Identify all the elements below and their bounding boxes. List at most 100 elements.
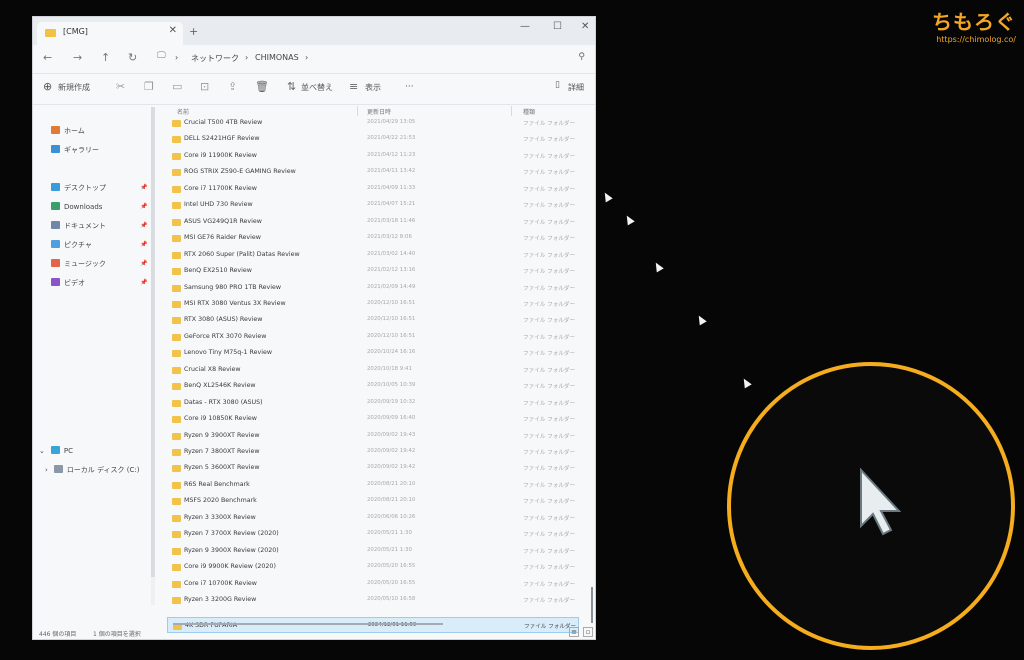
sidebar-item[interactable]: ビデオ <box>51 278 85 288</box>
new-icon[interactable]: ⊕ <box>43 80 52 93</box>
tab-close-icon[interactable]: ✕ <box>169 25 177 36</box>
file-row[interactable]: Core i9 10850K Review 2020/09/09 16:40 ファイ… <box>167 411 579 427</box>
tiles-view-icon[interactable]: ▫ <box>583 627 593 637</box>
folder-icon <box>172 284 181 292</box>
copy-icon[interactable]: ❐ <box>144 80 154 93</box>
file-row[interactable]: DELL S2421HGF Review 2021/04/22 21:53 ファイル… <box>167 131 579 147</box>
share-icon[interactable]: ⇪ <box>228 80 237 93</box>
pin-icon[interactable]: 📌 <box>140 203 147 210</box>
file-row[interactable]: Ryzen 5 3600XT Review 2020/09/02 19:42 ファイ… <box>167 460 579 476</box>
view-button[interactable]: 表示 <box>365 82 381 93</box>
file-row[interactable]: BenQ XL2546K Review 2020/10/05 10:39 ファイル … <box>167 378 579 394</box>
file-row[interactable]: ASUS VG249Q1R Review 2021/03/18 11:46 ファイル… <box>167 214 579 230</box>
file-row[interactable]: Lenovo Tiny M75q-1 Review 2020/10/24 16:1… <box>167 345 579 361</box>
file-row[interactable]: Ryzen 3 3200G Review 2020/05/10 16:58 ファイル… <box>167 592 579 608</box>
expand-chevron-icon[interactable]: ⌄ <box>39 447 45 455</box>
new-tab-button[interactable]: + <box>189 25 198 38</box>
tab-bar: [CMG] ✕ + — ☐ ✕ <box>33 17 595 45</box>
close-window-button[interactable]: ✕ <box>581 21 589 32</box>
sidebar-item-icon <box>51 278 60 286</box>
file-row[interactable]: Ryzen 3 3300X Review 2020/06/06 10:26 ファイル… <box>167 510 579 526</box>
file-row[interactable]: Ryzen 9 3900XT Review 2020/09/02 19:43 ファイ… <box>167 428 579 444</box>
details-view-icon[interactable]: ≡ <box>569 627 579 637</box>
sidebar-item[interactable]: ギャラリー <box>51 145 99 155</box>
sidebar-item[interactable]: デスクトップ <box>51 183 106 193</box>
file-name: Lenovo Tiny M75q-1 Review <box>184 349 273 357</box>
minimize-button[interactable]: — <box>520 21 530 32</box>
folder-icon <box>45 29 56 37</box>
sidebar-item-pc[interactable]: ⌄ PC <box>39 446 73 455</box>
sidebar-item-local-disk[interactable]: › ローカル ディスク (C:) <box>45 465 139 475</box>
file-row[interactable]: Ryzen 9 3900X Review (2020) 2020/05/21 1:… <box>167 543 579 559</box>
file-row[interactable]: GeForce RTX 3070 Review 2020/12/10 16:51 フ… <box>167 329 579 345</box>
back-icon[interactable]: ← <box>43 51 52 64</box>
expand-chevron-icon[interactable]: › <box>45 466 48 474</box>
sidebar-item-label: ミュージック <box>64 260 106 268</box>
file-row[interactable]: RTX 3080 (ASUS) Review 2020/12/10 16:51 ファ… <box>167 312 579 328</box>
file-row[interactable]: R6S Real Benchmark 2020/08/21 20:10 ファイル フ… <box>167 477 579 493</box>
forward-icon[interactable]: → <box>73 51 82 64</box>
refresh-icon[interactable]: ↻ <box>128 51 137 64</box>
sidebar-item[interactable]: ミュージック <box>51 259 106 269</box>
sort-button[interactable]: 並べ替え <box>301 82 333 93</box>
sidebar-item-label: デスクトップ <box>64 184 106 192</box>
breadcrumb-network[interactable]: ネットワーク <box>191 53 239 64</box>
pin-icon[interactable]: 📌 <box>140 184 147 191</box>
file-name: Core i9 11900K Review <box>184 151 257 159</box>
file-date: 2020/08/21 20:10 <box>367 480 416 487</box>
sidebar-item-label: ピクチャ <box>64 241 92 249</box>
file-row[interactable]: Crucial X8 Review 2020/10/18 9:41 ファイル フォル… <box>167 362 579 378</box>
sort-icon[interactable]: ⇅ <box>287 80 296 93</box>
maximize-button[interactable]: ☐ <box>553 21 562 32</box>
file-name: Ryzen 5 3600XT Review <box>184 464 260 472</box>
file-name: Ryzen 9 3900X Review (2020) <box>184 546 279 554</box>
file-row[interactable]: MSI GE76 Raider Review 2021/03/12 8:06 ファイ… <box>167 230 579 246</box>
view-icon[interactable]: ≡ <box>349 80 358 93</box>
file-date: 2021/02/09 14:49 <box>367 283 416 290</box>
paste-icon[interactable]: ▭ <box>172 80 182 93</box>
sidebar-item[interactable]: ホーム <box>51 126 85 136</box>
pin-icon[interactable]: 📌 <box>140 241 147 248</box>
up-icon[interactable]: ↑ <box>101 51 110 64</box>
details-icon[interactable]: ▯ <box>555 80 560 90</box>
sidebar-item-icon <box>51 221 60 229</box>
file-row[interactable]: Crucial T500 4TB Review 2021/04/29 13:05 フ… <box>167 115 579 131</box>
sidebar-item[interactable]: ピクチャ <box>51 240 92 250</box>
file-row[interactable]: Core i9 11900K Review 2021/04/12 11:23 ファイ… <box>167 148 579 164</box>
file-type: ファイル フォルダー <box>523 137 576 144</box>
file-row[interactable]: MSI RTX 3080 Ventus 3X Review 2020/12/10 … <box>167 296 579 312</box>
rename-icon[interactable]: ⊡ <box>200 80 209 93</box>
folder-icon <box>172 564 181 572</box>
file-row[interactable]: Core i9 9900K Review (2020) 2020/05/20 16… <box>167 559 579 575</box>
sidebar-item[interactable]: Downloads <box>51 202 102 211</box>
new-button[interactable]: 新規作成 <box>58 82 90 93</box>
pin-icon[interactable]: 📌 <box>140 279 147 286</box>
cut-icon[interactable]: ✂ <box>116 80 125 93</box>
file-row[interactable]: Ryzen 7 3700X Review (2020) 2020/05/21 1:… <box>167 526 579 542</box>
file-row[interactable]: Intel UHD 730 Review 2021/04/07 15:21 ファイル… <box>167 197 579 213</box>
breadcrumb-separator-icon: › <box>305 53 309 62</box>
breadcrumb-chimonas[interactable]: CHIMONAS <box>255 53 299 62</box>
search-icon[interactable]: ⚲ <box>578 52 585 62</box>
file-row[interactable]: BenQ EX2510 Review 2021/02/12 13:16 ファイル フ… <box>167 263 579 279</box>
details-button[interactable]: 詳細 <box>568 82 584 93</box>
file-type: ファイル フォルダー <box>523 417 576 424</box>
tab-cmg[interactable]: [CMG] ✕ <box>37 22 183 45</box>
pin-icon[interactable]: 📌 <box>140 260 147 267</box>
file-date: 2020/08/21 20:10 <box>367 497 416 504</box>
sidebar-item[interactable]: ドキュメント <box>51 221 106 231</box>
more-button[interactable]: ··· <box>405 82 414 92</box>
delete-icon[interactable]: 🗑 <box>255 80 269 93</box>
file-row[interactable]: Core i7 10700K Review 2020/05/20 16:55 ファイ… <box>167 576 579 592</box>
list-scrollbar[interactable] <box>591 587 593 623</box>
file-row[interactable]: Samsung 980 PRO 1TB Review 2021/02/09 14:… <box>167 280 579 296</box>
file-row[interactable]: RTX 2060 Super (Palit) Datas Review 2021/… <box>167 247 579 263</box>
file-row[interactable]: Ryzen 7 3800XT Review 2020/09/02 19:42 ファイ… <box>167 444 579 460</box>
pc-icon[interactable]: 🖵 <box>157 51 166 61</box>
pin-icon[interactable]: 📌 <box>140 222 147 229</box>
file-row[interactable]: Core i7 11700K Review 2021/04/09 11:33 ファイ… <box>167 181 579 197</box>
file-row[interactable]: Datas - RTX 3080 (ASUS) 2020/09/19 10:32 フ… <box>167 395 579 411</box>
file-row[interactable]: MSFS 2020 Benchmark 2020/08/21 20:10 ファイル … <box>167 493 579 509</box>
file-row[interactable]: ROG STRIX Z590-E GAMING Review 2021/04/11… <box>167 164 579 180</box>
status-bar: 446 個の項目 1 個の項目を選択 ≡ ▫ <box>33 625 595 639</box>
